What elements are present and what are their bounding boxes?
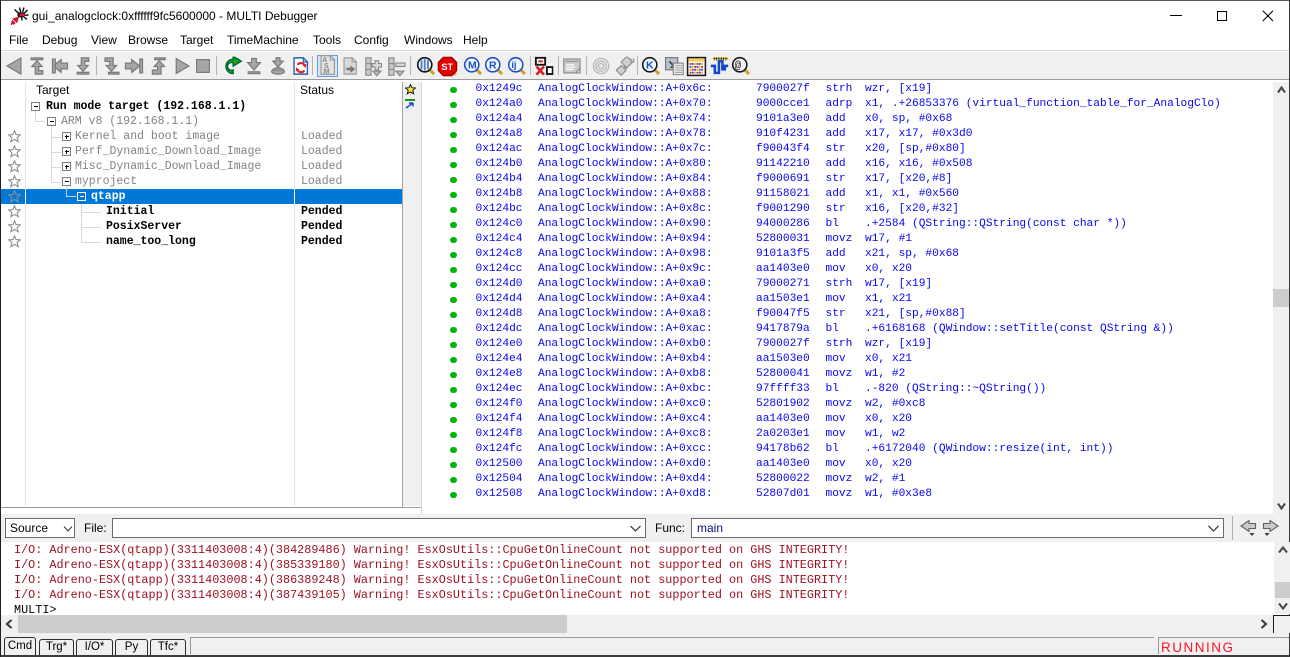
svg-text:@: @ (735, 60, 742, 72)
svg-text:M: M (468, 60, 477, 71)
svg-text:K: K (646, 60, 654, 71)
svg-text:R: R (489, 60, 497, 71)
svg-text:ST: ST (441, 61, 453, 71)
svg-text:M: M (323, 66, 329, 75)
svg-text:ij: ij (511, 60, 516, 70)
